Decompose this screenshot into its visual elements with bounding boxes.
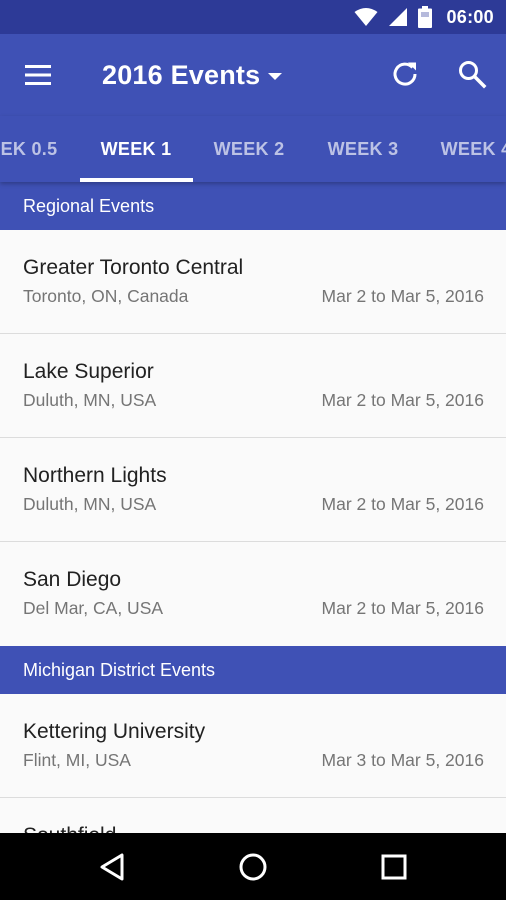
year-selector[interactable]: 2016 Events bbox=[102, 56, 283, 94]
event-location: Toronto, ON, Canada bbox=[23, 286, 189, 306]
week-tabs: EK 0.5 WEEK 1 WEEK 2 WEEK 3 WEEK 4 bbox=[0, 116, 506, 182]
signal-icon bbox=[388, 7, 408, 27]
battery-icon bbox=[418, 6, 433, 28]
event-dates: Mar 2 to Mar 5, 2016 bbox=[321, 286, 484, 306]
tab-week-1[interactable]: WEEK 1 bbox=[79, 116, 193, 182]
status-clock: 06:00 bbox=[446, 6, 494, 27]
event-dates: Mar 2 to Mar 5, 2016 bbox=[321, 390, 484, 410]
tab-week-2[interactable]: WEEK 2 bbox=[192, 116, 306, 182]
event-item[interactable]: Lake Superior Duluth, MN, USA Mar 2 to M… bbox=[0, 334, 506, 438]
event-location: Duluth, MN, USA bbox=[23, 494, 157, 514]
status-bar: 06:00 bbox=[0, 0, 506, 34]
wifi-icon bbox=[354, 7, 378, 27]
menu-icon[interactable] bbox=[24, 62, 54, 88]
home-icon[interactable] bbox=[235, 849, 271, 885]
back-icon[interactable] bbox=[95, 849, 131, 885]
event-name: Greater Toronto Central bbox=[23, 256, 244, 279]
event-name: Southfield bbox=[23, 824, 116, 833]
event-name: San Diego bbox=[23, 568, 122, 591]
event-item[interactable]: Kettering University Flint, MI, USA Mar … bbox=[0, 694, 506, 798]
event-item[interactable]: San Diego Del Mar, CA, USA Mar 2 to Mar … bbox=[0, 542, 506, 646]
event-location: Duluth, MN, USA bbox=[23, 390, 157, 410]
tab-week-4[interactable]: WEEK 4 bbox=[419, 116, 506, 182]
event-dates: Mar 2 to Mar 5, 2016 bbox=[321, 494, 484, 514]
tab-week-3[interactable]: WEEK 3 bbox=[306, 116, 420, 182]
event-dates: Mar 3 to Mar 5, 2016 bbox=[321, 750, 484, 770]
event-item[interactable]: Greater Toronto Central Toronto, ON, Can… bbox=[0, 230, 506, 334]
section-header: Regional Events bbox=[0, 182, 506, 230]
tab-week-0-5[interactable]: EK 0.5 bbox=[0, 116, 86, 182]
event-location: Flint, MI, USA bbox=[23, 750, 131, 770]
event-item[interactable]: Northern Lights Duluth, MN, USA Mar 2 to… bbox=[0, 438, 506, 542]
event-name: Kettering University bbox=[23, 720, 206, 743]
system-nav-bar bbox=[0, 833, 506, 900]
event-name: Lake Superior bbox=[23, 360, 154, 383]
recents-icon[interactable] bbox=[376, 849, 412, 885]
event-list[interactable]: Regional Events Greater Toronto Central … bbox=[0, 182, 506, 833]
page-title: 2016 Events bbox=[102, 59, 261, 90]
dropdown-caret-icon bbox=[268, 72, 283, 80]
event-dates: Mar 2 to Mar 5, 2016 bbox=[321, 598, 484, 618]
refresh-icon[interactable] bbox=[390, 59, 420, 89]
event-item[interactable]: Southfield bbox=[0, 798, 506, 833]
tab-indicator bbox=[80, 178, 193, 182]
event-location: Del Mar, CA, USA bbox=[23, 598, 164, 618]
search-icon[interactable] bbox=[456, 58, 488, 90]
event-name: Northern Lights bbox=[23, 464, 167, 487]
app-bar: 2016 Events bbox=[0, 34, 506, 116]
section-header: Michigan District Events bbox=[0, 646, 506, 694]
